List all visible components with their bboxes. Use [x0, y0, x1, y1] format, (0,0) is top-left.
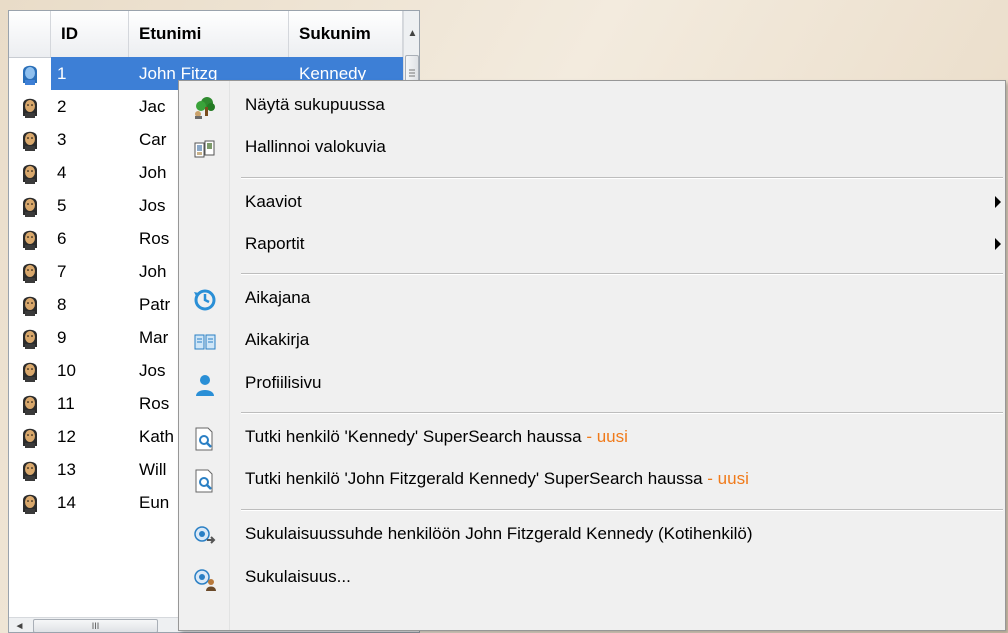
person-photo-icon — [13, 222, 51, 255]
menu-label: Sukulaisuus... — [245, 567, 351, 586]
person-photo-icon — [13, 321, 51, 354]
person-photo-icon — [13, 156, 51, 189]
menu-label: Näytä sukupuussa — [245, 95, 385, 114]
person-photo-icon — [13, 255, 51, 288]
menu-label: Tutki henkilö 'Kennedy' SuperSearch haus… — [245, 418, 628, 456]
menu-item-profile-page[interactable]: Profiilisivu — [181, 364, 1003, 402]
search-document-icon — [193, 469, 215, 493]
context-menu: Näytä sukupuussa Hallinnoi valokuvia Kaa… — [178, 80, 1006, 631]
search-document-icon — [193, 427, 215, 451]
person-photo-icon — [13, 189, 51, 222]
menu-separator — [241, 177, 1003, 179]
menu-label: Kaaviot — [245, 192, 302, 211]
menu-separator — [241, 509, 1003, 511]
scroll-left-icon[interactable]: ◄ — [11, 618, 28, 632]
submenu-arrow-icon — [995, 238, 1001, 250]
menu-separator — [241, 273, 1003, 275]
cell-id: 2 — [57, 97, 67, 116]
menu-item-search-fullname[interactable]: Tutki henkilö 'John Fitzgerald Kennedy' … — [181, 460, 1003, 498]
scroll-up-icon[interactable]: ▲ — [405, 25, 419, 42]
new-tag: - uusi — [702, 469, 749, 488]
menu-item-search-surname[interactable]: Tutki henkilö 'Kennedy' SuperSearch haus… — [181, 418, 1003, 456]
cell-id: 3 — [57, 130, 67, 149]
menu-label: Sukulaisuussuhde henkilöön John Fitzgera… — [245, 524, 753, 543]
submenu-arrow-icon — [995, 196, 1001, 208]
menu-item-charts[interactable]: Kaaviot — [181, 183, 1003, 221]
person-photo-icon — [13, 354, 51, 387]
person-photo-icon — [13, 387, 51, 420]
header-first-name[interactable]: Etunimi — [129, 11, 289, 57]
menu-item-chronicle[interactable]: Aikakirja — [181, 321, 1003, 359]
cell-id: 6 — [57, 229, 67, 248]
person-photo-icon — [13, 90, 51, 123]
cell-id: 5 — [57, 196, 67, 215]
cell-id: 7 — [57, 262, 67, 281]
search-surname-text: Tutki henkilö 'Kennedy' SuperSearch haus… — [245, 427, 582, 446]
cell-id: 1 — [51, 57, 129, 90]
relationship-people-icon — [193, 567, 216, 591]
timeline-icon — [193, 288, 216, 311]
menu-item-show-in-tree[interactable]: Näytä sukupuussa — [181, 86, 1003, 124]
cell-id: 11 — [57, 394, 75, 413]
cell-id: 13 — [57, 460, 76, 479]
cell-id: 14 — [57, 493, 76, 512]
photo-album-icon — [193, 137, 215, 159]
menu-label: Hallinnoi valokuvia — [245, 137, 386, 156]
person-photo-icon — [13, 453, 51, 486]
cell-id: 8 — [57, 295, 67, 314]
new-tag: - uusi — [581, 427, 628, 446]
person-photo-icon — [13, 420, 51, 453]
menu-separator — [241, 412, 1003, 414]
header-icon-column[interactable] — [9, 11, 51, 57]
person-photo-icon — [13, 57, 51, 90]
header-id[interactable]: ID — [51, 11, 129, 57]
grid-header: ID Etunimi Sukunim — [9, 11, 403, 58]
menu-label: Profiilisivu — [245, 373, 322, 392]
relationship-arrow-icon — [193, 524, 216, 546]
person-icon — [193, 373, 215, 396]
menu-item-relationship-home[interactable]: Sukulaisuussuhde henkilöön John Fitzgera… — [181, 515, 1003, 553]
person-photo-icon — [13, 486, 51, 519]
open-book-icon — [193, 330, 216, 352]
cell-id: 10 — [57, 361, 76, 380]
family-tree-icon — [193, 95, 215, 119]
person-photo-icon — [13, 288, 51, 321]
person-photo-icon — [13, 123, 51, 156]
menu-label: Aikakirja — [245, 330, 310, 349]
search-fullname-text: Tutki henkilö 'John Fitzgerald Kennedy' … — [245, 469, 703, 488]
menu-item-manage-photos[interactable]: Hallinnoi valokuvia — [181, 128, 1003, 166]
cell-id: 12 — [57, 427, 76, 446]
menu-label: Tutki henkilö 'John Fitzgerald Kennedy' … — [245, 460, 749, 498]
scroll-grip: III — [91, 621, 100, 631]
menu-label: Aikajana — [245, 288, 311, 307]
menu-item-timeline[interactable]: Aikajana — [181, 279, 1003, 317]
horizontal-scroll-thumb[interactable]: III — [33, 619, 158, 632]
menu-item-relationship[interactable]: Sukulaisuus... — [181, 558, 1003, 596]
header-last-name[interactable]: Sukunim — [289, 11, 403, 57]
cell-id: 4 — [57, 163, 67, 182]
cell-id: 9 — [57, 328, 67, 347]
menu-item-reports[interactable]: Raportit — [181, 225, 1003, 263]
menu-label: Raportit — [245, 234, 305, 253]
